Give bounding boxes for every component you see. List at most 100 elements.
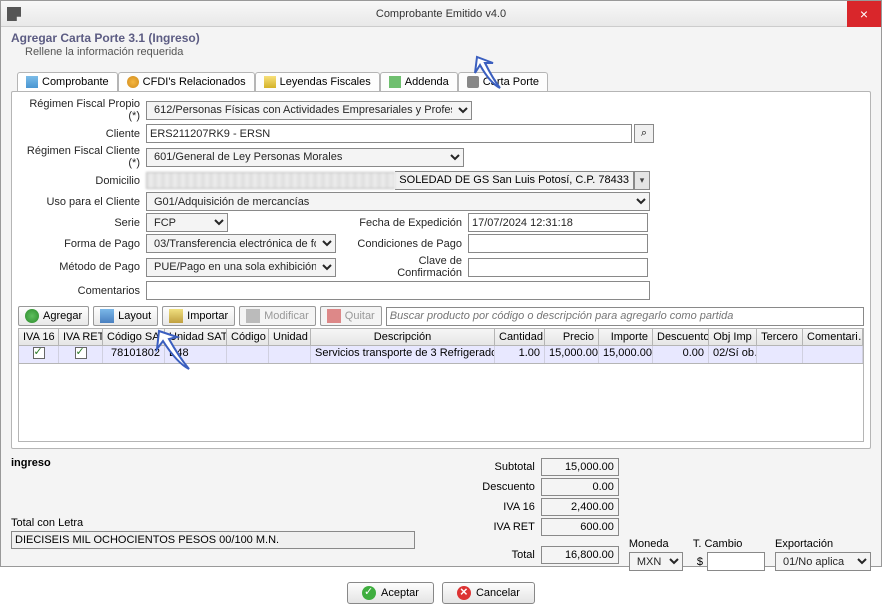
value-descuento: 0.00: [541, 478, 619, 496]
close-button[interactable]: ×: [847, 1, 881, 27]
check-icon: [362, 586, 376, 600]
header-subtitle: Rellene la información requerida: [25, 46, 871, 58]
search-input[interactable]: [386, 307, 864, 326]
cell-codigo: [227, 346, 269, 363]
col-descuento[interactable]: Descuento: [653, 329, 709, 345]
quitar-button: Quitar: [320, 306, 382, 326]
value-total: 16,800.00: [541, 546, 619, 564]
input-tcambio[interactable]: [707, 552, 765, 571]
label-subtotal: Subtotal: [465, 461, 541, 473]
label-descuento-tot: Descuento: [465, 481, 541, 493]
cell-unidad-sat: E48: [165, 346, 227, 363]
import-icon: [169, 309, 183, 323]
layout-button[interactable]: Layout: [93, 306, 158, 326]
label-total: Total: [465, 549, 541, 561]
tabstrip: Comprobante CFDI's Relacionados Leyendas…: [17, 72, 871, 91]
select-moneda[interactable]: MXN: [629, 552, 683, 571]
label-export: Exportación: [775, 538, 871, 550]
value-ivaret: 600.00: [541, 518, 619, 536]
cell-objimp: 02/Sí ob…: [709, 346, 757, 363]
col-codigo-sat[interactable]: Código SAT: [103, 329, 165, 345]
tab-carta-porte[interactable]: Carta Porte: [458, 72, 548, 91]
modificar-button: Modificar: [239, 306, 316, 326]
select-metodo-pago[interactable]: PUE/Pago en una sola exhibición: [146, 258, 336, 277]
delete-icon: [327, 309, 341, 323]
label-clave-conf: Clave de Confirmación: [356, 255, 468, 279]
label-ivaret-tot: IVA RET: [465, 521, 541, 533]
cell-coment: [803, 346, 863, 363]
ingreso-label: ingreso: [11, 457, 455, 469]
cell-tercero: [757, 346, 803, 363]
col-importe[interactable]: Importe: [599, 329, 653, 345]
cell-importe: 15,000.00: [599, 346, 653, 363]
col-unidad-sat[interactable]: Unidad SAT: [165, 329, 227, 345]
app-icon: [7, 7, 21, 21]
tab-leyendas[interactable]: Leyendas Fiscales: [255, 72, 380, 91]
select-regimen-propio[interactable]: 612/Personas Físicas con Actividades Emp…: [146, 101, 472, 120]
agregar-button[interactable]: Agregar: [18, 306, 89, 326]
form-panel: Régimen Fiscal Propio 612/Personas Físic…: [11, 91, 871, 449]
select-domicilio[interactable]: SOLEDAD DE GS San Luis Potosí, C.P. 7843…: [146, 171, 650, 190]
select-uso-cliente[interactable]: G01/Adquisición de mercancías: [146, 192, 650, 211]
col-tercero[interactable]: Tercero: [757, 329, 803, 345]
select-serie[interactable]: FCP: [146, 213, 228, 232]
domicilio-visible: SOLEDAD DE GS San Luis Potosí, C.P. 7843…: [395, 171, 634, 190]
cancel-icon: [457, 586, 471, 600]
select-forma-pago[interactable]: 03/Transferencia electrónica de fondos: [146, 234, 336, 253]
titlebar: Comprobante Emitido v4.0 ×: [1, 1, 881, 27]
col-comentarios[interactable]: Comentari…: [803, 329, 863, 345]
label-regimen-propio: Régimen Fiscal Propio: [18, 98, 146, 122]
label-uso-cliente: Uso para el Cliente: [18, 196, 146, 208]
cell-desc: Servicios transporte de 3 Refrigeradores…: [311, 346, 495, 363]
doc-icon: [26, 76, 38, 88]
tab-addenda[interactable]: Addenda: [380, 72, 458, 91]
select-exportacion[interactable]: 01/No aplica: [775, 552, 871, 571]
col-cantidad[interactable]: Cantidad: [495, 329, 545, 345]
header-title: Agregar Carta Porte 3.1 (Ingreso): [11, 31, 871, 45]
checkbox-ivaret[interactable]: [75, 347, 87, 359]
col-unidad[interactable]: Unidad: [269, 329, 311, 345]
input-cliente[interactable]: [146, 124, 632, 143]
col-descripcion[interactable]: Descripción: [311, 329, 495, 345]
col-precio[interactable]: Precio: [545, 329, 599, 345]
note-icon: [264, 76, 276, 88]
lookup-cliente-button[interactable]: ⌕: [634, 124, 654, 143]
input-clave-conf[interactable]: [468, 258, 648, 277]
checkbox-iva16[interactable]: [33, 347, 45, 359]
tab-cfdi-relacionados[interactable]: CFDI's Relacionados: [118, 72, 255, 91]
cancelar-button[interactable]: Cancelar: [442, 582, 535, 604]
input-fecha-exp[interactable]: [468, 213, 648, 232]
label-serie: Serie: [18, 217, 146, 229]
value-subtotal: 15,000.00: [541, 458, 619, 476]
tcambio-prefix: $: [693, 556, 707, 568]
grid-header: IVA 16 IVA RET Código SAT Unidad SAT Cód…: [18, 328, 864, 346]
add-icon: [25, 309, 39, 323]
label-comentarios: Comentarios: [18, 285, 146, 297]
total-con-letra-label: Total con Letra: [11, 517, 455, 529]
truck-icon: [467, 76, 479, 88]
input-cond-pago[interactable]: [468, 234, 648, 253]
window-title: Comprobante Emitido v4.0: [376, 8, 506, 20]
col-objimp[interactable]: Obj Imp: [709, 329, 757, 345]
value-iva16: 2,400.00: [541, 498, 619, 516]
col-codigo[interactable]: Código: [227, 329, 269, 345]
input-comentarios[interactable]: [146, 281, 650, 300]
aceptar-button[interactable]: Aceptar: [347, 582, 434, 604]
importar-button[interactable]: Importar: [162, 306, 235, 326]
select-regimen-cliente[interactable]: 601/General de Ley Personas Morales: [146, 148, 464, 167]
tab-comprobante[interactable]: Comprobante: [17, 72, 118, 91]
label-fecha-exp: Fecha de Expedición: [356, 217, 468, 229]
label-iva16-tot: IVA 16: [465, 501, 541, 513]
grid-empty-area: [18, 364, 864, 442]
col-ivaret[interactable]: IVA RET: [59, 329, 103, 345]
col-iva16[interactable]: IVA 16: [19, 329, 59, 345]
table-row[interactable]: 78101802 E48 Servicios transporte de 3 R…: [18, 346, 864, 364]
grid-toolbar: Agregar Layout Importar Modificar Quitar: [18, 306, 864, 326]
label-moneda: Moneda: [629, 538, 683, 550]
plus-icon: [389, 76, 401, 88]
edit-icon: [246, 309, 260, 323]
label-regimen-cliente: Régimen Fiscal Cliente: [18, 145, 146, 169]
label-tcambio: T. Cambio: [693, 538, 765, 550]
link-icon: [127, 76, 139, 88]
label-cliente: Cliente: [18, 128, 146, 140]
